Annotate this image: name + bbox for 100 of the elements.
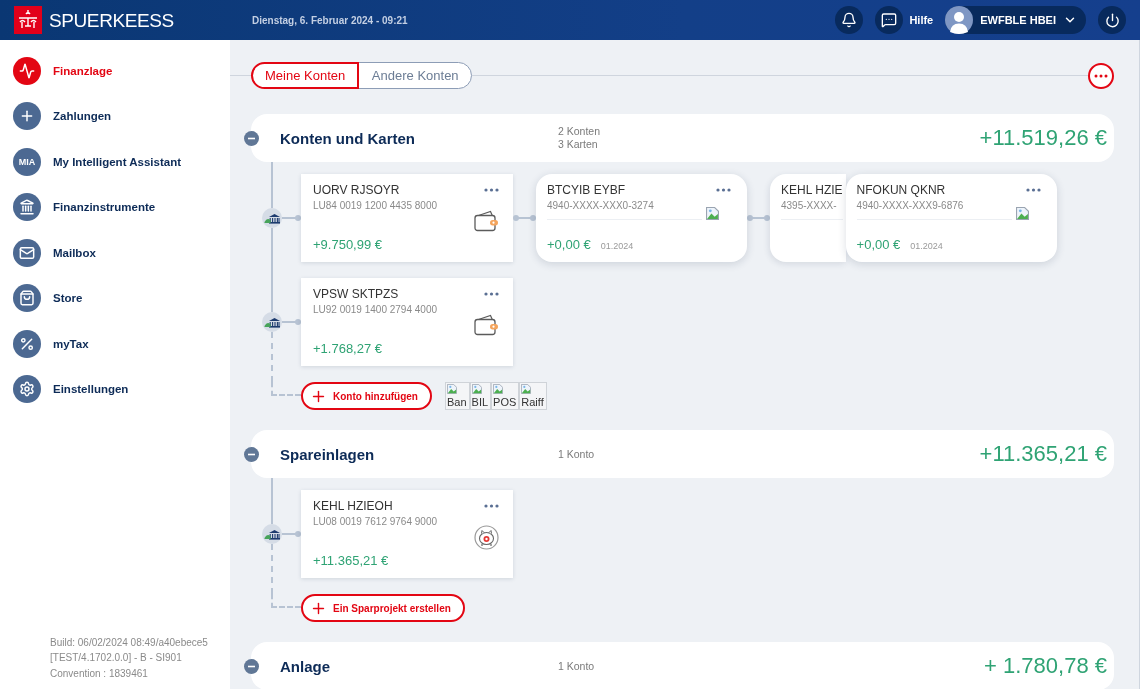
card-balance: +0,00 € [856, 237, 901, 252]
section-total: +11.365,21 € [979, 441, 1107, 467]
bell-icon [841, 12, 858, 28]
section-title: Konten und Karten [280, 129, 416, 147]
connector-line [282, 531, 301, 537]
account-card[interactable]: VPSW SKTPZS LU92 0019 1400 2794 4000 +1.768,27 € [301, 278, 513, 366]
section-header[interactable]: Spareinlagen 1 Konto +11.365,21 € [251, 430, 1114, 478]
notifications-button[interactable] [835, 6, 864, 34]
chat-icon [875, 6, 904, 34]
nav-item[interactable]: myTax [0, 321, 230, 367]
card-holder-name: BTCYIB EYBF [547, 183, 626, 197]
nav-item[interactable]: MIA My Intelligent Assistant [0, 139, 230, 185]
section-title: Spareinlagen [280, 445, 376, 463]
logo-icon [14, 6, 42, 34]
card-expiry: 01.2024 [600, 241, 634, 251]
nav-item[interactable]: Finanzinstrumente [0, 184, 230, 230]
bank-logo-button[interactable]: Ban [445, 382, 470, 410]
build-info-text: Build: 06/02/2024 08:49/a40ebece5 [50, 635, 208, 650]
bank-icon [262, 312, 282, 332]
section-count: 1 Konto [558, 447, 595, 461]
tab[interactable]: Andere Konten [358, 62, 473, 89]
broken-image-icon [521, 384, 532, 394]
bag-icon [13, 284, 41, 313]
connector-line [513, 215, 536, 221]
card-number: 4940-XXXX-XXX9-6876 [856, 200, 964, 211]
broken-image-icon [706, 207, 719, 220]
section-count: 1 Konto [558, 659, 595, 673]
more-icon[interactable] [484, 504, 499, 508]
add-button[interactable]: Konto hinzufügen [301, 382, 432, 410]
section-total: +11.519,26 € [979, 125, 1107, 151]
assistant-badge: MIA [13, 147, 41, 176]
more-icon[interactable] [484, 188, 499, 192]
nav-item[interactable]: Store [0, 275, 230, 321]
user-menu-button[interactable]: EWFBLE HBEI [945, 6, 1086, 34]
more-icon[interactable] [484, 292, 499, 296]
bank-icon [262, 524, 282, 544]
card-holder-name: NFOKUN QKNR [856, 183, 946, 197]
account-card[interactable]: KEHL HZIEOH LU08 0019 7612 9764 9000 +11.365,21 € [301, 490, 513, 578]
account-iban: LU84 0019 1200 4435 8000 [313, 200, 437, 211]
collapse-icon[interactable] [243, 446, 259, 462]
card-number: 4395-XXXX- [781, 200, 837, 211]
nav-item[interactable]: Finanzlage [0, 48, 230, 94]
broken-image-icon [493, 384, 504, 394]
account-balance: +11.365,21 € [313, 553, 389, 568]
account-name: UORV RJSOYR [313, 183, 400, 197]
avatar-icon [945, 6, 974, 34]
mail-icon [13, 238, 41, 267]
settings-icon [13, 375, 41, 404]
account-name: KEHL HZIEOH [313, 499, 393, 513]
card-holder-name: KEHL HZIE [781, 183, 843, 197]
bank-logo-button[interactable]: POS [491, 382, 520, 410]
account-card[interactable]: UORV RJSOYR LU84 0019 1200 4435 8000 +9.750,99 € [301, 174, 513, 262]
account-balance: +1.768,27 € [313, 341, 383, 356]
card-number: 4940-XXXX-XXX0-3274 [547, 200, 654, 211]
account-iban: LU08 0019 7612 9764 9000 [313, 516, 437, 527]
card-expiry: 01.2024 [910, 241, 943, 251]
logout-button[interactable] [1098, 6, 1126, 34]
account-name: VPSW SKTPZS [313, 287, 399, 301]
bank-logo-button[interactable]: BIL [469, 382, 492, 410]
connector-line [747, 215, 770, 221]
section-title: Anlage [280, 657, 331, 675]
collapse-icon[interactable] [243, 658, 259, 674]
nav-item[interactable]: Zahlungen [0, 93, 230, 139]
bank-icon [262, 208, 282, 228]
wallet-icon [474, 210, 499, 232]
tab[interactable]: Meine Konten [251, 62, 360, 89]
build-info-text: [TEST/4.1702.0.0] - B - SI901 [50, 651, 182, 665]
payment-card[interactable]: KEHL HZIE 4395-XXXX- [770, 174, 846, 262]
date-text: Dienstag, 6. Februar 2024 - 09:21 [252, 14, 408, 26]
connector-line [282, 319, 301, 325]
collapse-icon[interactable] [243, 130, 259, 146]
payment-card[interactable]: NFOKUN QKNR 4940-XXXX-XXX9-6876 +0,00 € 01.2024 [845, 174, 1057, 262]
connector-line [282, 215, 301, 221]
section-count: 3 Karten [558, 138, 598, 151]
more-icon[interactable] [1025, 188, 1041, 192]
bank-logo-button[interactable]: Raiff [519, 382, 547, 410]
account-balance: +9.750,99 € [313, 237, 383, 252]
wallet-icon [474, 314, 499, 336]
more-icon [1094, 73, 1108, 78]
section-total: + 1.780,78 € [984, 653, 1107, 679]
percent-icon [13, 329, 41, 358]
add-button[interactable]: Ein Sparprojekt erstellen [301, 594, 465, 622]
account-iban: LU92 0019 1400 2794 4000 [313, 304, 437, 315]
section-header[interactable]: Konten und Karten 2 Konten 3 Karten +11.519,26 € [251, 114, 1114, 162]
card-balance: +0,00 € [547, 237, 591, 252]
payment-card[interactable]: BTCYIB EYBF 4940-XXXX-XXX0-3274 +0,00 € 01.2024 [536, 174, 747, 262]
more-icon[interactable] [716, 188, 731, 192]
plus-icon [13, 102, 41, 131]
broken-image-icon [447, 384, 457, 394]
help-button[interactable]: Hilfe [875, 6, 934, 34]
power-icon [1104, 12, 1120, 28]
nav-item[interactable]: Einstellungen [0, 366, 230, 412]
broken-image-icon [471, 384, 482, 394]
section-count: 2 Konten [558, 125, 601, 138]
logo-text: SPUERKEESS [49, 10, 174, 30]
more-button[interactable] [1088, 62, 1114, 89]
pulse-icon [13, 56, 41, 85]
nav-item[interactable]: Mailbox [0, 230, 230, 276]
section-header[interactable]: Anlage 1 Konto + 1.780,78 € [251, 642, 1114, 689]
bank-icon [13, 193, 41, 222]
